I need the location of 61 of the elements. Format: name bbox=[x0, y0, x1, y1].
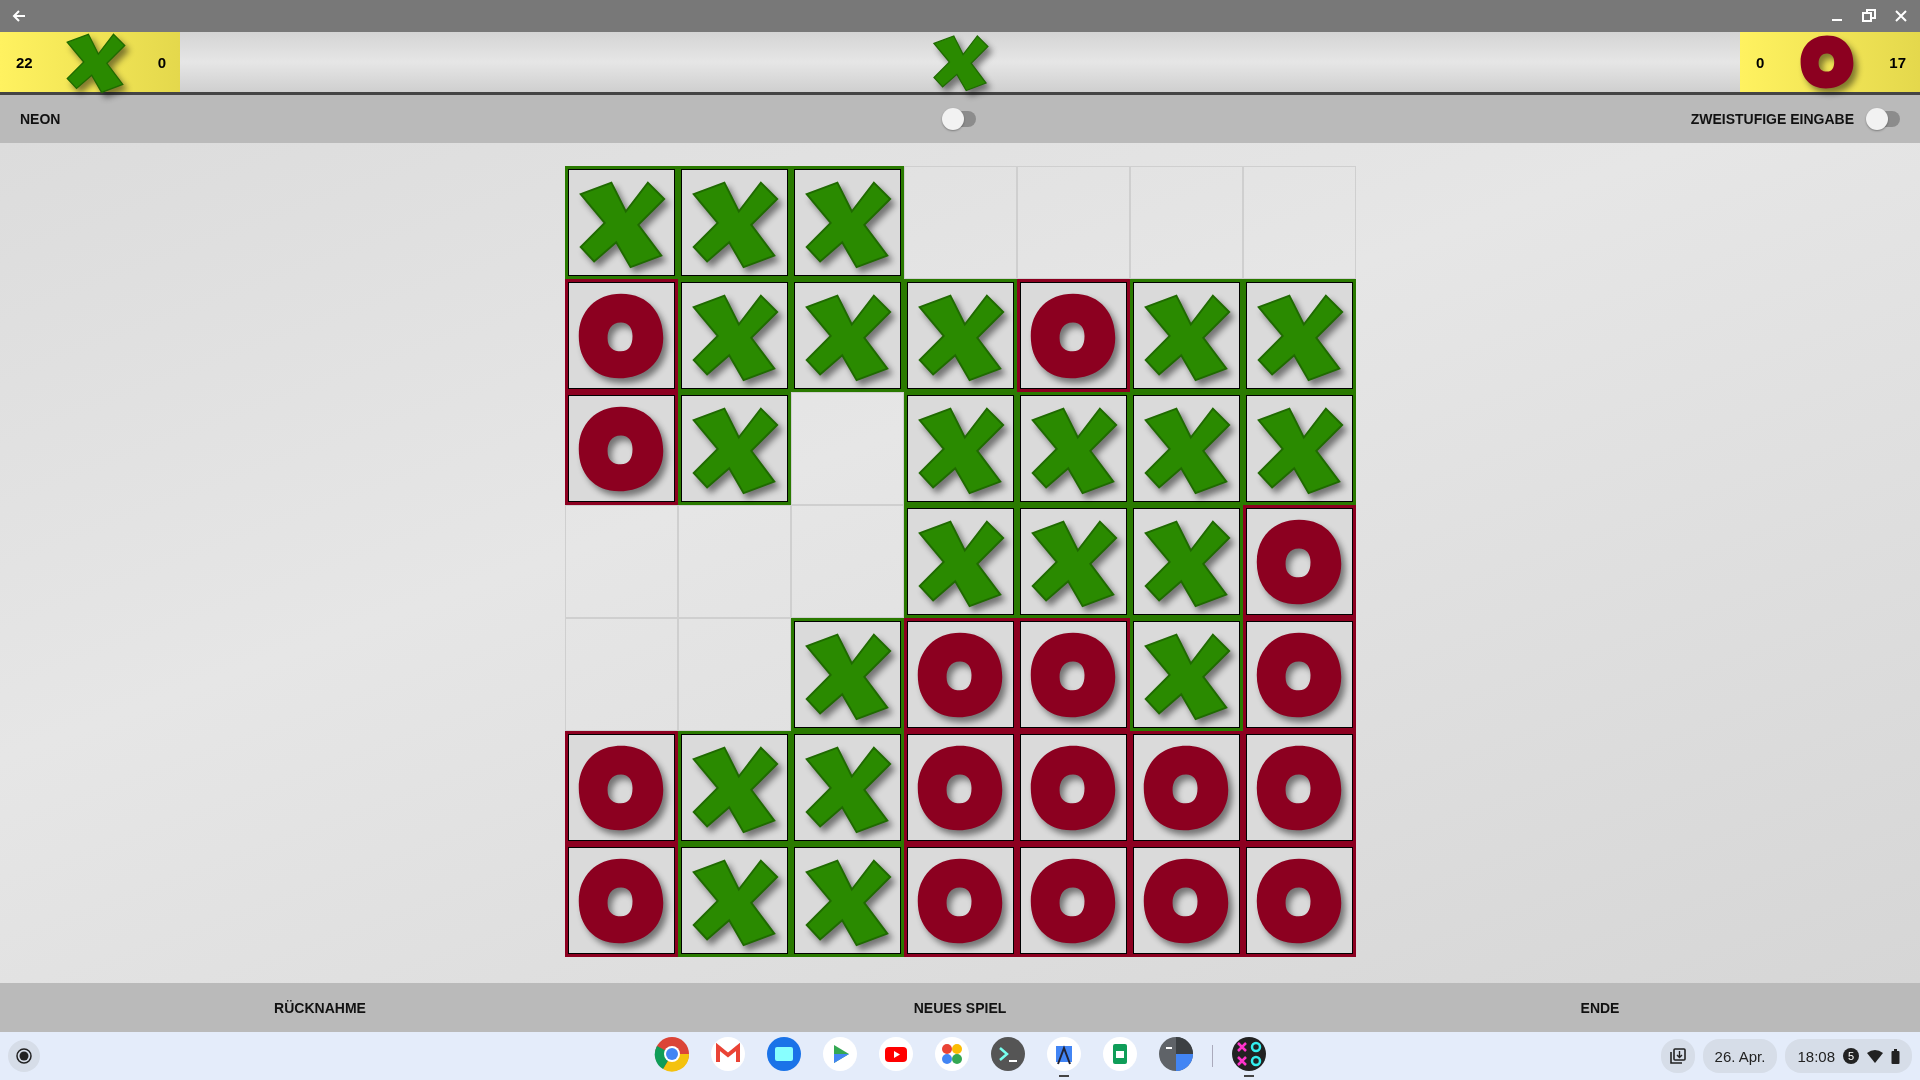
clock-time: 18:08 bbox=[1797, 1047, 1835, 1065]
board-cell[interactable] bbox=[1242, 392, 1356, 505]
board-cell[interactable] bbox=[1016, 505, 1130, 618]
toggle-switch[interactable] bbox=[944, 111, 976, 127]
board-cell[interactable] bbox=[790, 844, 904, 957]
board-cell[interactable] bbox=[1242, 731, 1356, 844]
board-cell[interactable] bbox=[903, 844, 1017, 957]
board-cell[interactable] bbox=[1129, 618, 1243, 731]
board-cell[interactable] bbox=[1016, 279, 1130, 392]
board-cell[interactable] bbox=[1242, 844, 1356, 957]
board-cell[interactable] bbox=[1129, 844, 1243, 957]
board-cell[interactable] bbox=[1242, 618, 1356, 731]
battery-icon bbox=[1891, 1048, 1900, 1064]
holding-space-button[interactable] bbox=[1660, 1039, 1695, 1073]
board-cell[interactable] bbox=[564, 844, 678, 957]
board-cell[interactable] bbox=[1016, 731, 1130, 844]
board-cell[interactable] bbox=[564, 279, 678, 392]
board-cell[interactable] bbox=[564, 166, 678, 279]
board-cell[interactable] bbox=[1016, 392, 1130, 505]
menu-button[interactable]: RÜCKNAHME bbox=[262, 983, 378, 1032]
board-cell[interactable] bbox=[790, 618, 904, 731]
toggle-switch[interactable] bbox=[1868, 111, 1900, 127]
board-cell[interactable] bbox=[1129, 279, 1243, 392]
menu-button[interactable]: ENDE bbox=[1568, 983, 1632, 1032]
status-tray-button[interactable]: 18:08 5 bbox=[1785, 1039, 1912, 1073]
board-cell[interactable] bbox=[1016, 618, 1130, 731]
board-cell[interactable] bbox=[1242, 279, 1356, 392]
record-icon bbox=[16, 1048, 32, 1064]
board-cell[interactable] bbox=[790, 166, 904, 279]
score-count: 0 bbox=[157, 53, 166, 71]
board-cell[interactable] bbox=[903, 505, 1017, 618]
board-cell[interactable] bbox=[903, 731, 1017, 844]
board-cell[interactable] bbox=[903, 279, 1017, 392]
option-label: ZWEISTUFIGE EINGABE bbox=[1690, 111, 1854, 127]
board-cell[interactable] bbox=[564, 392, 678, 505]
score-count: 0 bbox=[1756, 53, 1765, 71]
board-cell[interactable] bbox=[677, 392, 791, 505]
board-cell[interactable] bbox=[677, 279, 791, 392]
board-cell[interactable] bbox=[1129, 392, 1243, 505]
board-cell[interactable] bbox=[1016, 844, 1130, 957]
notification-count: 5 bbox=[1843, 1048, 1859, 1064]
wifi-icon bbox=[1867, 1049, 1883, 1063]
launcher-button[interactable] bbox=[8, 1040, 40, 1072]
board-cell[interactable] bbox=[564, 731, 678, 844]
menu-button[interactable]: NEUES SPIEL bbox=[901, 983, 1019, 1032]
board-cell[interactable] bbox=[790, 279, 904, 392]
board-cell[interactable] bbox=[1129, 731, 1243, 844]
download-tray-icon bbox=[1668, 1047, 1687, 1065]
board-cell[interactable] bbox=[677, 731, 791, 844]
restore-icon[interactable] bbox=[1860, 7, 1878, 25]
board-cell[interactable] bbox=[677, 166, 791, 279]
board-cell[interactable] bbox=[677, 844, 791, 957]
board-cell[interactable] bbox=[1129, 505, 1243, 618]
board-cell[interactable] bbox=[1242, 505, 1356, 618]
score-count: 22 bbox=[16, 53, 33, 71]
board-cell[interactable] bbox=[790, 731, 904, 844]
score-count: 17 bbox=[1889, 53, 1906, 71]
date-button[interactable]: 26. Apr. bbox=[1702, 1039, 1778, 1073]
option-label: NEON bbox=[20, 111, 62, 127]
board-cell[interactable] bbox=[903, 618, 1017, 731]
board-cell[interactable] bbox=[903, 392, 1017, 505]
